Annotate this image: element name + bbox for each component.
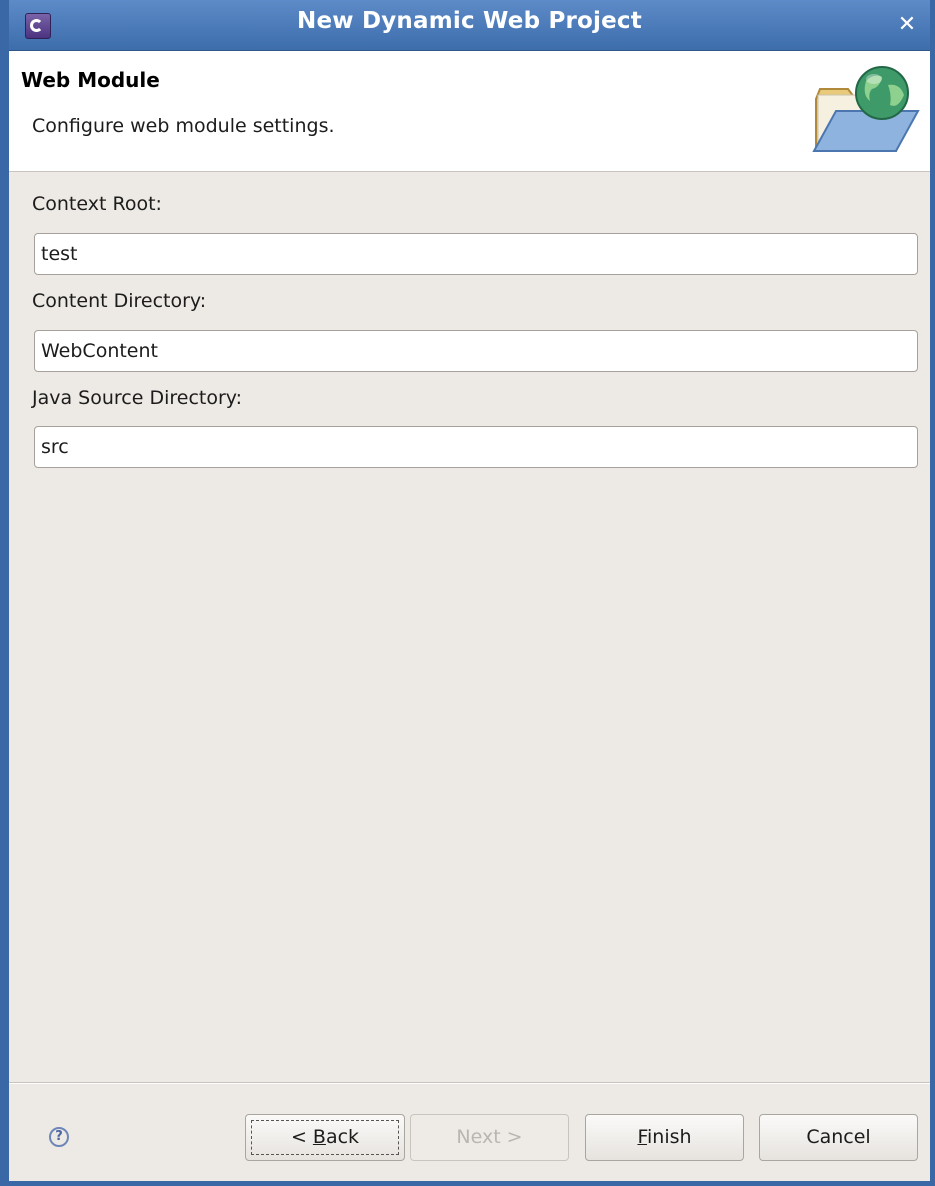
footer-separator [9,1082,930,1084]
java-source-directory-input[interactable] [34,426,918,468]
page-title: Web Module [21,68,160,92]
page-description: Configure web module settings. [32,115,335,137]
finish-button[interactable]: Finish [585,1114,744,1161]
context-root-input[interactable] [34,233,918,275]
context-root-label: Context Root: [32,193,162,215]
new-dynamic-web-project-dialog: New Dynamic Web Project ✕ Web Module Con… [0,0,935,1186]
title-bar[interactable]: New Dynamic Web Project ✕ [9,0,930,51]
back-button-prefix: < [290,1126,313,1148]
java-source-directory-label: Java Source Directory: [32,387,243,409]
content-directory-input[interactable] [34,330,918,372]
finish-button-mnemonic: F [637,1126,647,1148]
web-folder-globe-icon [812,66,920,152]
window-title: New Dynamic Web Project [297,8,642,34]
finish-button-label-rest: inish [647,1126,692,1148]
next-button[interactable]: Next > [410,1114,569,1161]
back-button-mnemonic: B [312,1126,326,1148]
help-icon[interactable]: ? [49,1127,69,1147]
back-button[interactable]: < Back [245,1114,405,1161]
back-button-label-rest: ack [325,1126,360,1148]
content-directory-label: Content Directory: [32,290,207,312]
wizard-header: Web Module Configure web module settings… [9,51,930,172]
cancel-button[interactable]: Cancel [759,1114,918,1161]
close-icon[interactable]: ✕ [890,8,924,42]
